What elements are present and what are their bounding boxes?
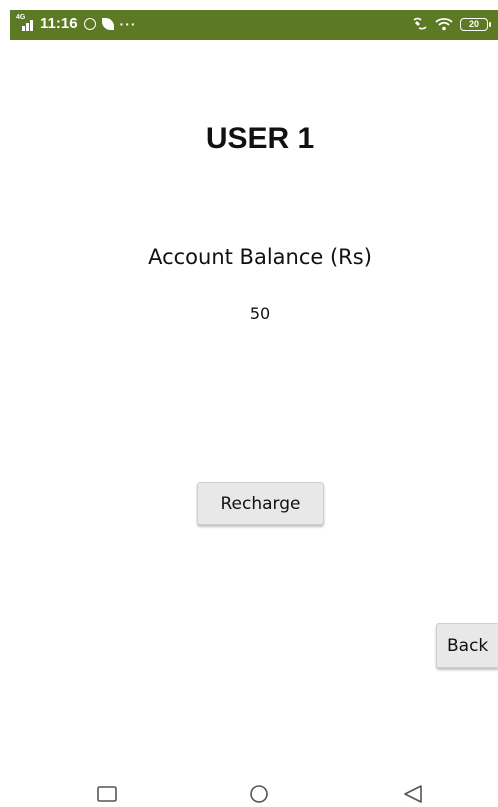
signal-4g-icon: 4G (16, 13, 34, 32)
account-balance-label: Account Balance (Rs) (148, 245, 372, 269)
recent-apps-square-icon[interactable] (96, 785, 118, 803)
system-navigation-bar (0, 780, 498, 807)
status-bar-left: 4G 11:16 ··· (16, 13, 137, 33)
wifi-icon (435, 18, 453, 31)
app-screen: 4G 11:16 ··· 20 USER 1 Account Balance (… (0, 0, 498, 807)
app-notification-icon (101, 17, 114, 30)
back-button[interactable]: Back (436, 623, 498, 668)
wifi-call-icon (413, 17, 427, 30)
account-balance-value: 50 (249, 304, 271, 323)
network-type-label: 4G (16, 13, 26, 21)
battery-icon: 20 (460, 17, 491, 31)
battery-level: 20 (468, 19, 479, 29)
home-circle-icon[interactable] (247, 785, 271, 803)
status-bar: 4G 11:16 ··· 20 (10, 10, 498, 40)
whatsapp-notification-icon (83, 17, 96, 30)
recharge-button[interactable]: Recharge (197, 482, 324, 525)
page-title: USER 1 (205, 122, 315, 155)
status-bar-right: 20 (412, 17, 491, 31)
back-triangle-icon[interactable] (402, 785, 424, 803)
more-notifications-icon: ··· (119, 15, 137, 32)
status-time: 11:16 (40, 15, 78, 32)
